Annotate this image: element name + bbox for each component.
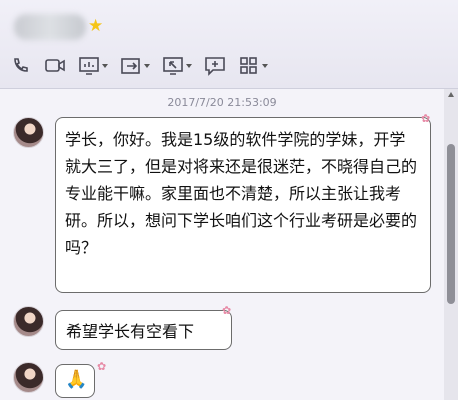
bubble-flower-icon: ✿ xyxy=(421,112,431,125)
message-bubble[interactable]: 希望学长有空看下 xyxy=(55,310,232,350)
message-button[interactable] xyxy=(204,56,226,76)
chevron-down-icon[interactable] xyxy=(186,64,192,68)
remote-desktop-icon xyxy=(163,57,183,75)
avatar[interactable] xyxy=(13,117,44,148)
contact-name[interactable] xyxy=(14,14,86,40)
star-icon[interactable]: ★ xyxy=(88,18,103,35)
chevron-down-icon[interactable] xyxy=(144,64,150,68)
message-icon xyxy=(205,57,225,76)
message-bubble[interactable]: 学长，你好。我是15级的软件学院的学妹，开学就大三了，但是对将来还是很迷茫，不晓… xyxy=(55,117,431,293)
avatar[interactable] xyxy=(13,362,44,393)
phone-button[interactable] xyxy=(10,56,32,76)
bubble-flower-icon: ✿ xyxy=(222,304,232,317)
file-transfer-icon xyxy=(121,58,140,74)
remote-desktop-button[interactable] xyxy=(162,56,192,76)
scroll-up-icon[interactable] xyxy=(448,92,454,97)
scrollbar[interactable] xyxy=(444,89,458,400)
chat-header: ★ xyxy=(0,0,458,89)
apps-button[interactable] xyxy=(238,56,268,76)
chevron-down-icon[interactable] xyxy=(102,64,108,68)
avatar[interactable] xyxy=(13,306,44,337)
message-timestamp: 2017/7/20 21:53:09 xyxy=(167,96,277,109)
bubble-flower-icon: ✿ xyxy=(97,360,107,373)
chevron-down-icon[interactable] xyxy=(262,64,268,68)
video-icon xyxy=(45,59,65,72)
toolbar xyxy=(10,54,280,78)
phone-icon xyxy=(14,58,28,72)
scrollbar-thumb[interactable] xyxy=(447,144,455,304)
file-transfer-button[interactable] xyxy=(120,56,150,76)
video-button[interactable] xyxy=(44,56,66,76)
screen-share-button[interactable] xyxy=(78,56,108,76)
apps-grid-icon xyxy=(240,57,257,74)
message-bubble[interactable]: 🙏 xyxy=(55,364,95,398)
screen-share-icon xyxy=(79,57,99,75)
